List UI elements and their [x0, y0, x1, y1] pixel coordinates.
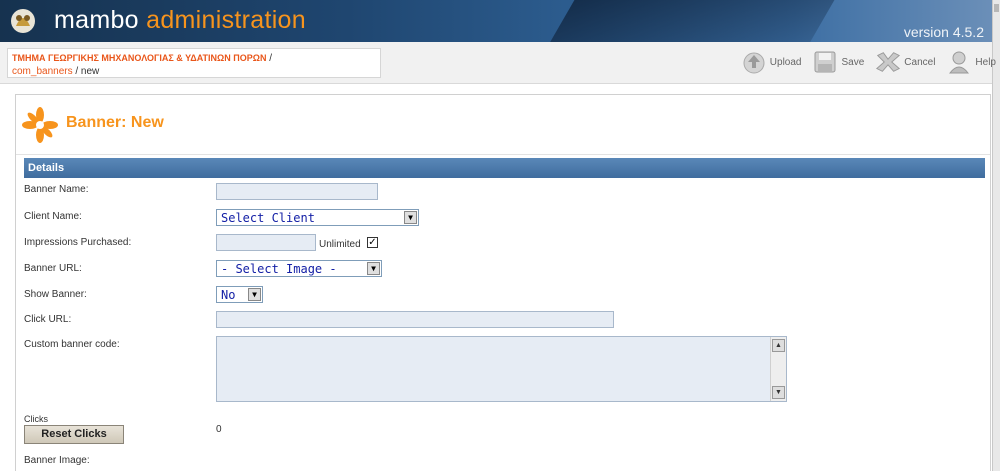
- cancel-button[interactable]: Cancel: [874, 48, 935, 76]
- unlimited-label: Unlimited: [319, 239, 361, 250]
- cancel-icon: [874, 48, 902, 76]
- banner-url-label: Banner URL:: [24, 263, 82, 274]
- breadcrumb-current: / new: [72, 66, 100, 77]
- breadcrumb-component[interactable]: com_banners: [12, 66, 73, 77]
- scroll-up-icon[interactable]: [994, 4, 999, 12]
- brand-title: mambo administration: [54, 6, 306, 35]
- save-label: Save: [841, 56, 865, 68]
- page-title: Banner: New: [66, 114, 164, 131]
- breadcrumb-separator: /: [266, 53, 273, 64]
- cancel-label: Cancel: [904, 56, 936, 68]
- banner-name-label: Banner Name:: [24, 184, 89, 195]
- unlimited-checkbox[interactable]: ✓: [367, 237, 378, 248]
- client-name-select[interactable]: Select Client ▼: [216, 209, 419, 226]
- show-banner-select[interactable]: No ▼: [216, 286, 263, 303]
- clicks-count: 0: [216, 424, 222, 435]
- chevron-down-icon[interactable]: ▼: [367, 262, 380, 275]
- upload-label: Upload: [769, 56, 802, 68]
- custom-code-textarea[interactable]: ▲ ▼: [216, 336, 787, 402]
- banner-url-value: - Select Image -: [221, 262, 337, 276]
- reset-clicks-button[interactable]: Reset Clicks: [24, 425, 124, 444]
- brand-suffix: administration: [146, 6, 306, 34]
- save-icon: [811, 48, 839, 76]
- chevron-down-icon[interactable]: ▼: [248, 288, 261, 301]
- version-label: version 4.5.2: [903, 24, 984, 40]
- help-button[interactable]: Help: [945, 48, 996, 76]
- custom-code-label: Custom banner code:: [24, 339, 120, 350]
- show-banner-label: Show Banner:: [24, 289, 87, 300]
- title-bar: Banner: New: [16, 95, 990, 155]
- breadcrumb: ΤΜΗΜΑ ΓΕΩΡΓΙΚΗΣ ΜΗΧΑΝΟΛΟΓΙΑΣ & ΥΔΑΤΙΝΩΝ …: [7, 48, 381, 78]
- help-label: Help: [975, 56, 996, 68]
- main-panel: Banner: New Details Banner Name: Client …: [15, 94, 991, 471]
- mambo-logo-icon: [11, 9, 35, 33]
- save-button[interactable]: Save: [811, 48, 864, 76]
- scroll-down-icon[interactable]: ▼: [772, 386, 785, 399]
- banner-star-icon: [22, 107, 58, 143]
- clicks-label: Clicks: [24, 414, 48, 424]
- scroll-up-icon[interactable]: ▲: [772, 339, 785, 352]
- upload-icon: [740, 48, 768, 76]
- app-header: mambo administration version 4.5.2: [0, 0, 992, 42]
- breadcrumb-site[interactable]: ΤΜΗΜΑ ΓΕΩΡΓΙΚΗΣ ΜΗΧΑΝΟΛΟΓΙΑΣ & ΥΔΑΤΙΝΩΝ …: [12, 53, 266, 63]
- client-name-value: Select Client: [221, 211, 315, 225]
- banner-url-select[interactable]: - Select Image - ▼: [216, 260, 382, 277]
- show-banner-value: No: [221, 288, 236, 302]
- textarea-scrollbar[interactable]: ▲ ▼: [770, 337, 786, 401]
- brand-prefix: mambo: [54, 6, 139, 34]
- impressions-input[interactable]: [216, 234, 316, 251]
- help-icon: [945, 48, 973, 76]
- header-swoosh: [534, 0, 846, 42]
- details-section-header: Details: [24, 158, 985, 178]
- click-url-input[interactable]: [216, 311, 614, 328]
- banner-image-label: Banner Image:: [24, 455, 90, 466]
- client-name-label: Client Name:: [24, 211, 82, 222]
- banner-name-input[interactable]: [216, 183, 378, 200]
- upload-button[interactable]: Upload: [740, 48, 802, 76]
- chevron-down-icon[interactable]: ▼: [404, 211, 417, 224]
- impressions-label: Impressions Purchased:: [24, 237, 132, 248]
- click-url-label: Click URL:: [24, 314, 72, 325]
- toolbar: Upload Save Cancel Help: [730, 46, 1000, 78]
